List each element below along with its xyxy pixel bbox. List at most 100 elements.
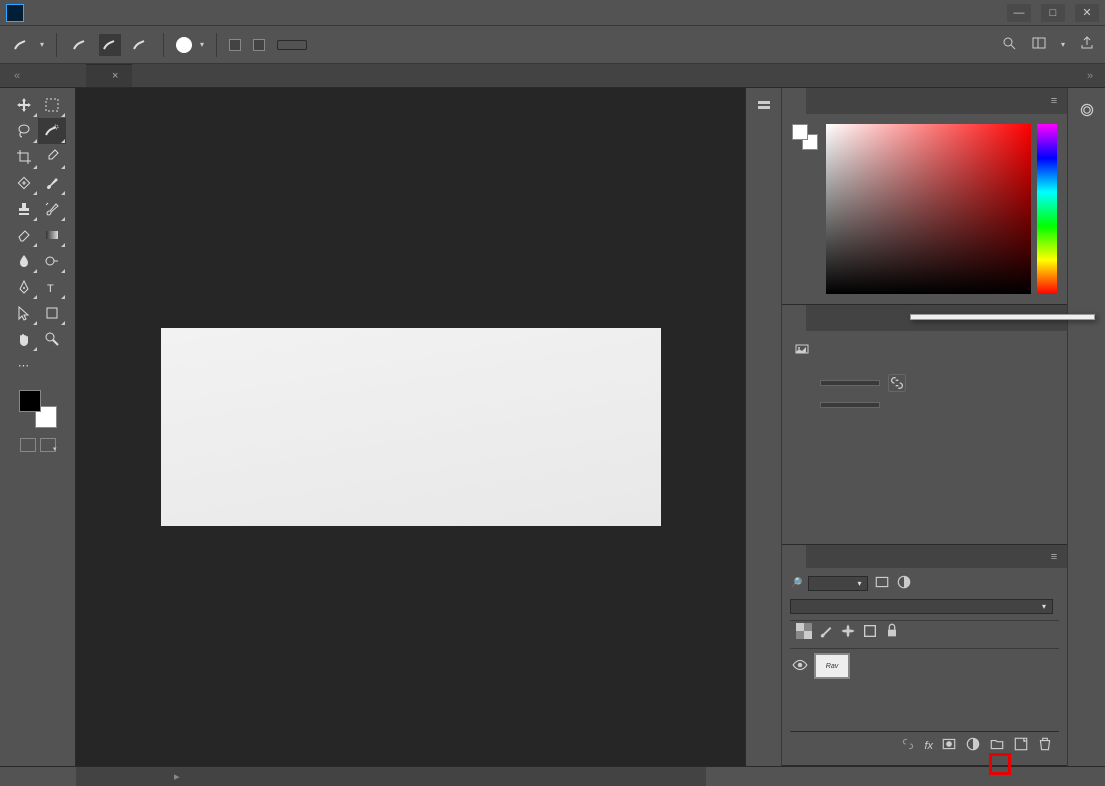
history-brush-tool[interactable] <box>38 196 66 222</box>
expand-left-chevrons-icon[interactable]: « <box>8 64 26 87</box>
lock-position-icon[interactable] <box>840 623 856 642</box>
group-icon[interactable] <box>989 736 1005 755</box>
subtract-selection-icon[interactable] <box>129 34 151 56</box>
filter-kind-dropdown[interactable]: ▾ <box>808 576 868 591</box>
select-and-mask-button[interactable] <box>277 40 307 50</box>
pen-tool[interactable] <box>10 274 38 300</box>
adjustment-layer-icon[interactable] <box>965 736 981 755</box>
properties-panel: ≡ <box>782 305 1067 545</box>
canvas-area[interactable] <box>76 88 745 766</box>
panel-menu-icon[interactable]: ≡ <box>1041 88 1067 114</box>
cc-libraries-icon[interactable] <box>1079 102 1095 121</box>
brush-tool[interactable] <box>38 170 66 196</box>
lock-transparency-icon[interactable] <box>796 623 812 642</box>
new-layer-icon[interactable] <box>1013 736 1029 755</box>
lock-paint-icon[interactable] <box>818 623 834 642</box>
app-logo <box>6 4 24 22</box>
adjustment-layer-context-menu <box>910 314 1095 320</box>
add-selection-icon[interactable] <box>99 34 121 56</box>
quick-mask-icon[interactable] <box>20 438 36 452</box>
blur-tool[interactable] <box>10 248 38 274</box>
layer-row[interactable]: Rav <box>790 649 1059 683</box>
healing-tool[interactable] <box>10 170 38 196</box>
expand-right-chevrons-icon[interactable]: » <box>1081 64 1099 87</box>
svg-text:T: T <box>47 283 54 295</box>
history-panel-icon[interactable] <box>756 98 772 117</box>
foreground-color-swatch[interactable] <box>19 390 41 412</box>
brush-preview[interactable] <box>176 37 192 53</box>
path-selection-tool[interactable] <box>10 300 38 326</box>
channels-tab[interactable] <box>806 545 830 568</box>
type-tool[interactable]: T <box>38 274 66 300</box>
main-area: T ⋯ ▾ <box>0 88 1105 766</box>
workspace-dropdown-icon[interactable]: ▾ <box>1061 40 1065 49</box>
minimize-button[interactable]: — <box>1007 4 1031 22</box>
document-tab-bar: « × » <box>0 64 1105 88</box>
gradient-tool[interactable] <box>38 222 66 248</box>
x-input[interactable] <box>820 402 880 408</box>
filter-pixel-icon[interactable] <box>874 574 890 593</box>
dodge-tool[interactable] <box>38 248 66 274</box>
sample-all-layers-checkbox[interactable] <box>229 39 245 51</box>
foreground-background-swatches[interactable] <box>19 390 57 428</box>
eyedropper-tool[interactable] <box>38 144 66 170</box>
lasso-tool[interactable] <box>10 118 38 144</box>
width-input[interactable] <box>820 380 880 386</box>
lock-artboard-icon[interactable] <box>862 623 878 642</box>
crop-tool[interactable] <box>10 144 38 170</box>
color-tab[interactable] <box>782 88 806 114</box>
pixel-layer-icon <box>794 341 810 360</box>
status-bar: ▸ <box>76 766 706 786</box>
workspace-icon[interactable] <box>1031 35 1047 54</box>
hand-tool[interactable] <box>10 326 38 352</box>
color-panel: ≡ <box>782 88 1067 305</box>
eraser-tool[interactable] <box>10 222 38 248</box>
share-icon[interactable] <box>1079 35 1095 54</box>
tool-preset-icon[interactable] <box>10 34 32 56</box>
blend-mode-dropdown[interactable]: ▾ <box>790 599 1053 614</box>
close-button[interactable]: ✕ <box>1075 4 1099 22</box>
far-right-strip <box>1067 88 1105 766</box>
status-more-icon[interactable]: ▸ <box>174 770 180 783</box>
document-canvas[interactable] <box>161 328 661 526</box>
color-field[interactable] <box>826 124 1031 294</box>
properties-tab[interactable] <box>782 305 806 331</box>
new-selection-icon[interactable] <box>69 34 91 56</box>
zoom-tool[interactable] <box>38 326 66 352</box>
lock-all-icon[interactable] <box>884 623 900 642</box>
search-icon[interactable] <box>1001 35 1017 54</box>
options-bar: ▾ ▾ ▾ <box>0 26 1105 64</box>
paths-tab[interactable] <box>830 545 854 568</box>
brush-dropdown-icon[interactable]: ▾ <box>200 40 204 49</box>
edit-toolbar[interactable]: ⋯ <box>10 352 38 378</box>
stamp-tool[interactable] <box>10 196 38 222</box>
marquee-tool[interactable] <box>38 92 66 118</box>
close-tab-icon[interactable]: × <box>112 70 118 82</box>
hue-slider[interactable] <box>1037 124 1057 294</box>
trash-icon[interactable] <box>1037 736 1053 755</box>
layer-mask-icon[interactable] <box>941 736 957 755</box>
link-layers-icon[interactable] <box>900 736 916 755</box>
adjustments-tab[interactable] <box>806 305 830 331</box>
auto-enhance-checkbox[interactable] <box>253 39 269 51</box>
layer-thumbnail[interactable]: Rav <box>814 653 850 679</box>
link-dimensions-icon[interactable] <box>888 374 906 392</box>
swatches-tab[interactable] <box>806 88 830 114</box>
quick-selection-tool[interactable] <box>38 118 66 144</box>
screen-mode-icon[interactable]: ▾ <box>40 438 56 452</box>
filter-adjustment-icon[interactable] <box>896 574 912 593</box>
layers-panel: ≡ 🔎 ▾ ▾ <box>782 545 1067 766</box>
title-bar: — □ ✕ <box>0 0 1105 26</box>
filter-search-icon[interactable]: 🔎 <box>790 578 802 589</box>
shape-tool[interactable] <box>38 300 66 326</box>
collapsed-panel-strip <box>746 88 782 766</box>
dropdown-arrow-icon[interactable]: ▾ <box>40 40 44 49</box>
maximize-button[interactable]: □ <box>1041 4 1065 22</box>
visibility-icon[interactable] <box>792 657 806 676</box>
layers-tab[interactable] <box>782 545 806 568</box>
tool-column: T ⋯ ▾ <box>0 88 76 766</box>
document-tab[interactable]: × <box>86 64 132 87</box>
layer-fx-icon[interactable]: fx <box>924 740 933 752</box>
move-tool[interactable] <box>10 92 38 118</box>
panel-menu-icon[interactable]: ≡ <box>1041 545 1067 568</box>
